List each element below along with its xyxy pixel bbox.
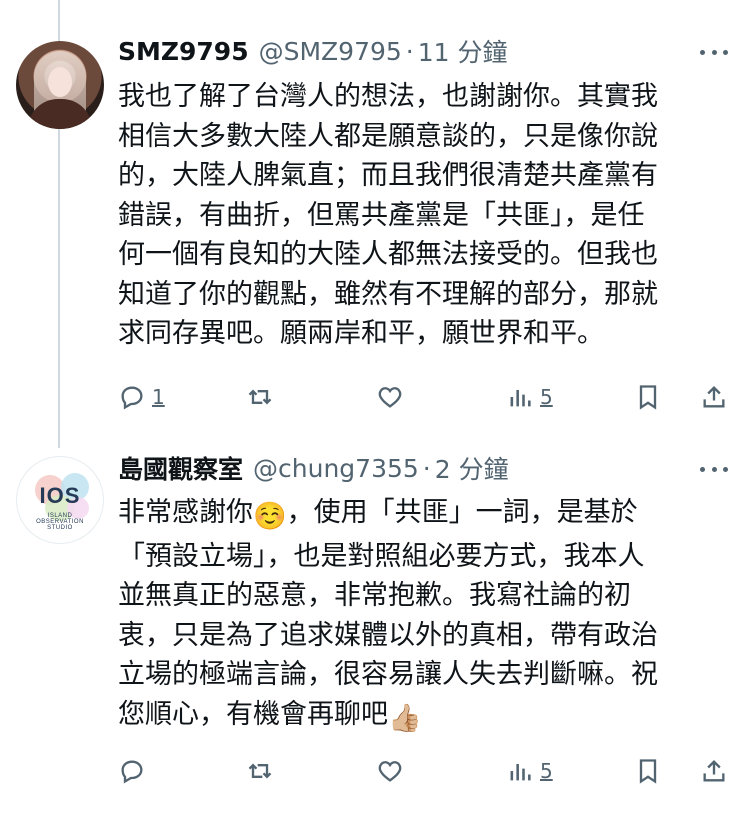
tweet-header: SMZ9795 @SMZ9795 · 11 分鐘 <box>118 33 508 69</box>
retweet-button[interactable] <box>246 756 274 786</box>
more-icon[interactable] <box>700 459 728 479</box>
views-icon <box>510 764 531 781</box>
share-icon <box>703 760 725 782</box>
views-count: 5 <box>540 759 553 783</box>
text-line: 您順心，有機會再聊吧👍🏼 <box>118 695 718 739</box>
views-button[interactable]: 5 <box>506 756 553 786</box>
action-bar: 1 5 <box>118 382 730 412</box>
logo-text: IOS <box>39 483 81 508</box>
text-line: 衷，只是為了追求媒體以外的真相，帶有政治 <box>118 619 658 651</box>
reply-button[interactable] <box>118 756 146 786</box>
views-button[interactable]: 5 <box>506 382 553 412</box>
text-line: 立場的極端言論，很容易讓人失去判斷嘛。祝 <box>118 659 658 690</box>
share-icon <box>703 386 725 408</box>
views-count: 5 <box>540 385 553 409</box>
like-icon <box>378 761 402 782</box>
user-handle[interactable]: @SMZ9795 <box>259 37 402 66</box>
avatar[interactable]: IOS ISLAND OBSERVATION STUDIO <box>16 456 104 544</box>
text-line: 並無真正的惡意，非常抱歉。我寫社論的初 <box>118 580 631 611</box>
user-handle[interactable]: @chung7355 <box>253 454 419 483</box>
share-button[interactable] <box>700 756 728 786</box>
thumbs-up-emoji: 👍🏼 <box>388 702 422 734</box>
reply-icon <box>121 760 143 784</box>
logo-subtext: ISLAND OBSERVATION STUDIO <box>36 513 84 531</box>
bookmark-icon <box>639 385 657 410</box>
text-line: 求同存異吧。願兩岸和平，願世界和平。 <box>118 318 604 349</box>
tweet-text: 非常感謝你☺️，使用「共匪」一詞，是基於 「預設立場」，也是對照組必要方式，我本… <box>118 493 718 738</box>
avatar[interactable] <box>16 41 104 129</box>
like-icon <box>378 387 402 408</box>
text-line: 何一個有良知的大陸人都無法接受的。但我也 <box>118 239 658 270</box>
text-line: 的，大陸人脾氣直；而且我們很清楚共產黨有 <box>118 160 658 191</box>
separator: · <box>405 36 414 66</box>
text-line: 相信大多數大陸人都是願意談的，只是像你說 <box>118 120 658 152</box>
text-line: 知道了你的觀點，雖然有不理解的部分，那就 <box>118 278 658 310</box>
text-line: 非常感謝你☺️，使用「共匪」一詞，是基於 <box>118 493 718 537</box>
text-line: 我也了解了台灣人的想法，也謝謝你。其實我 <box>118 81 658 112</box>
timestamp[interactable]: 11 分鐘 <box>418 33 508 69</box>
retweet-icon <box>248 389 272 405</box>
text-line: 錯誤，有曲折，但罵共產黨是「共匪」，是任 <box>118 199 645 231</box>
tweet-text: 我也了解了台灣人的想法，也謝謝你。其實我 相信大多數大陸人都是願意談的，只是像你… <box>118 77 718 354</box>
share-button[interactable] <box>700 382 728 412</box>
reply-count: 1 <box>152 385 165 409</box>
retweet-button[interactable] <box>246 382 274 412</box>
text-line: 「預設立場」，也是對照組必要方式，我本人 <box>118 540 645 572</box>
more-icon[interactable] <box>700 42 728 62</box>
display-name[interactable]: SMZ9795 <box>118 37 249 66</box>
bookmark-button[interactable] <box>634 382 662 412</box>
text-segment: 您順心，有機會再聊吧 <box>118 698 388 730</box>
like-button[interactable] <box>376 756 404 786</box>
display-name[interactable]: 島國觀察室 <box>118 450 243 486</box>
text-segment: 非常感謝你 <box>118 497 253 528</box>
like-button[interactable] <box>376 382 404 412</box>
retweet-icon <box>248 763 272 779</box>
bookmark-button[interactable] <box>634 756 662 786</box>
timestamp[interactable]: 2 分鐘 <box>435 450 509 486</box>
action-bar: 5 <box>118 756 730 786</box>
bookmark-icon <box>639 759 657 784</box>
reply-button[interactable]: 1 <box>118 382 165 412</box>
text-segment: ，使用「共匪」一詞，是基於 <box>286 497 638 528</box>
reply-icon <box>121 386 143 410</box>
smiling-emoji: ☺️ <box>253 501 287 532</box>
views-icon <box>510 390 531 407</box>
tweet-header: 島國觀察室 @chung7355 · 2 分鐘 <box>118 450 509 486</box>
separator: · <box>422 453 431 483</box>
